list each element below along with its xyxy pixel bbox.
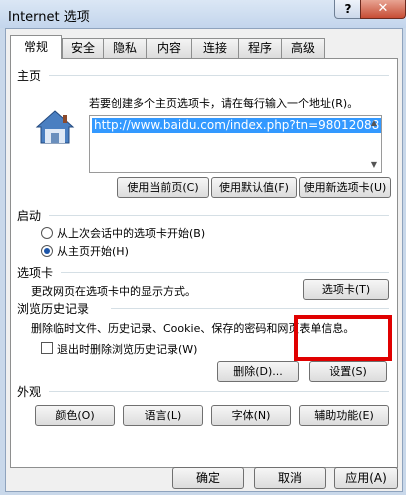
startup-last-session-label[interactable]: 从上次会话中的选项卡开始(B) xyxy=(57,225,205,241)
home-description: 若要创建多个主页选项卡，请在每行输入一个地址(R)。 xyxy=(89,97,359,110)
divider xyxy=(111,308,389,309)
startup-last-session-radio[interactable] xyxy=(41,227,53,239)
divider xyxy=(61,272,389,273)
dialog-body: 常规 安全 隐私 内容 连接 程序 高级 主页 若要创建多个主页选项卡，请在每行… xyxy=(5,28,403,492)
divider xyxy=(49,391,389,392)
home-url-textarea[interactable]: http://www.baidu.com/index.php?tn=980120… xyxy=(89,115,382,173)
tab-general[interactable]: 常规 xyxy=(10,35,62,59)
colors-button[interactable]: 颜色(O) xyxy=(35,405,115,426)
history-settings-button[interactable]: 设置(S) xyxy=(309,361,387,382)
apply-button[interactable]: 应用(A) xyxy=(334,467,398,489)
history-section-label: 浏览历史记录 xyxy=(17,300,89,317)
general-panel: 主页 若要创建多个主页选项卡，请在每行输入一个地址(R)。 http://www… xyxy=(10,58,398,468)
home-url-text[interactable]: http://www.baidu.com/index.php?tn=980120… xyxy=(92,118,382,133)
home-section-title: 主页 xyxy=(17,69,42,83)
divider xyxy=(49,215,389,216)
history-section-title: 浏览历史记录 xyxy=(17,302,90,316)
tabs-section-title: 选项卡 xyxy=(17,266,54,280)
help-button[interactable]: ? xyxy=(334,0,362,19)
scroll-up-icon[interactable]: ▲ xyxy=(367,116,381,130)
accessibility-button[interactable]: 辅助功能(E) xyxy=(299,405,389,426)
delete-on-exit-checkbox[interactable] xyxy=(41,342,53,354)
cancel-button[interactable]: 取消 xyxy=(254,467,326,489)
divider xyxy=(49,75,389,76)
use-default-button[interactable]: 使用默认值(F) xyxy=(211,177,297,198)
appearance-section-title: 外观 xyxy=(17,385,42,399)
tabs-section-label: 选项卡 xyxy=(17,264,53,281)
languages-button[interactable]: 语言(L) xyxy=(123,405,203,426)
window-title: Internet 选项 xyxy=(8,10,90,25)
tab-advanced[interactable]: 高级 xyxy=(281,38,325,58)
tab-security[interactable]: 安全 xyxy=(62,38,104,58)
startup-section-label: 启动 xyxy=(17,207,41,224)
close-button[interactable]: ✕ xyxy=(360,0,406,19)
startup-section-title: 启动 xyxy=(17,209,42,223)
use-current-button[interactable]: 使用当前页(C) xyxy=(117,177,209,198)
home-section-label: 主页 xyxy=(17,67,41,84)
fonts-button[interactable]: 字体(N) xyxy=(211,405,291,426)
scroll-down-icon[interactable]: ▼ xyxy=(367,158,381,172)
ok-button[interactable]: 确定 xyxy=(172,467,244,489)
startup-home-page-radio[interactable] xyxy=(41,245,53,257)
delete-on-exit-label[interactable]: 退出时删除浏览历史记录(W) xyxy=(57,341,197,357)
tab-privacy[interactable]: 隐私 xyxy=(103,38,147,58)
delete-history-button[interactable]: 删除(D)... xyxy=(217,361,299,382)
tab-content[interactable]: 内容 xyxy=(146,38,192,58)
highlight-box xyxy=(294,315,392,361)
appearance-section-label: 外观 xyxy=(17,383,41,400)
tab-programs[interactable]: 程序 xyxy=(238,38,282,58)
title-bar: Internet 选项 ? ✕ xyxy=(0,0,406,28)
tabs-settings-button[interactable]: 选项卡(T) xyxy=(303,279,389,300)
home-icon xyxy=(35,110,75,144)
startup-home-page-label[interactable]: 从主页开始(H) xyxy=(57,243,129,259)
tab-connections[interactable]: 连接 xyxy=(191,38,239,58)
use-new-tab-button[interactable]: 使用新选项卡(U) xyxy=(299,177,391,198)
tabs-description: 更改网页在选项卡中的显示方式。 xyxy=(31,285,196,298)
